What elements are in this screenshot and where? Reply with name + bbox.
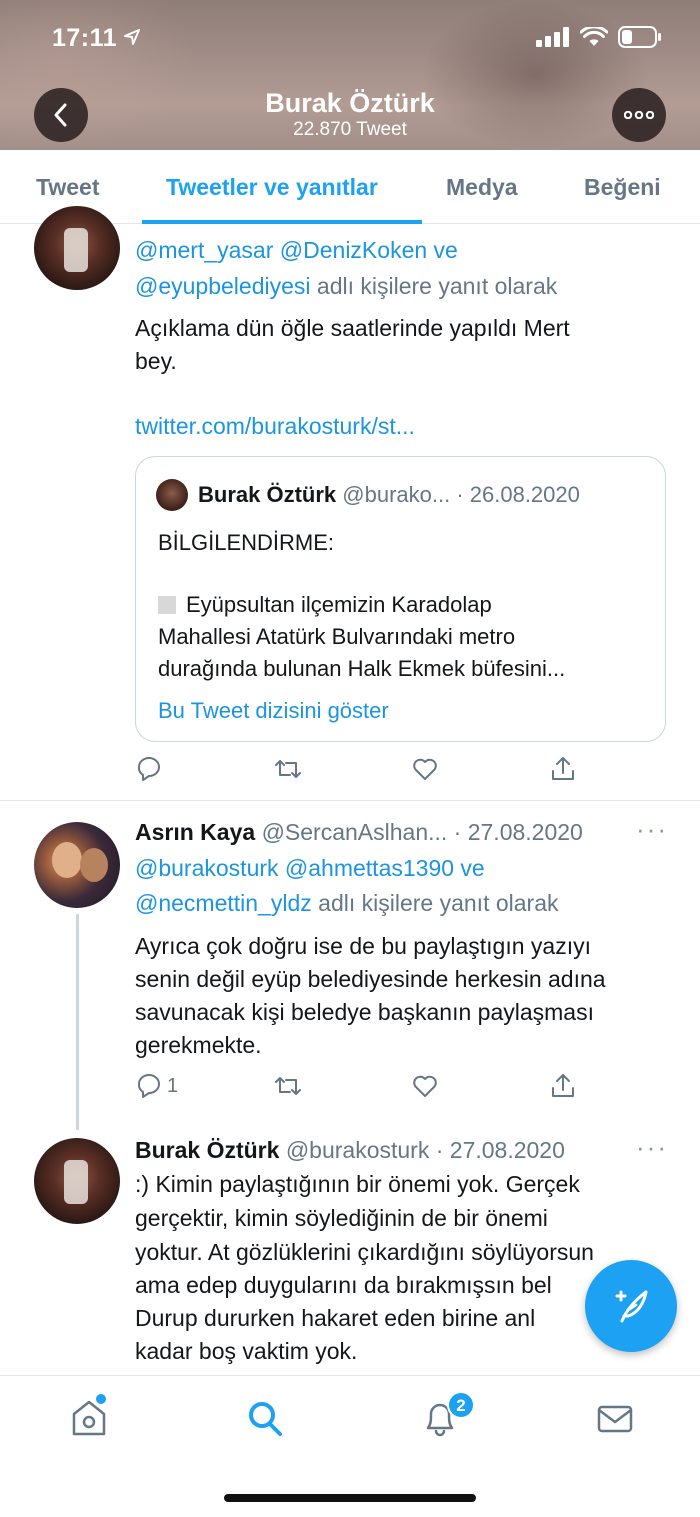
- active-tab-indicator: [142, 220, 422, 224]
- tweet-text: gerçektir, kimin söylediğinin de bir öne…: [135, 1205, 548, 1231]
- share-button[interactable]: [549, 755, 577, 783]
- tweet-text: Açıklama dün öğle saatlerinde yapıldı Me…: [135, 315, 570, 341]
- tweet-text: Ayrıca çok doğru ise de bu paylaştıgın y…: [135, 933, 591, 959]
- mention-link[interactable]: @mert_yasar: [135, 237, 273, 263]
- reply-button[interactable]: [135, 755, 163, 783]
- tab-likes[interactable]: Beğeni: [584, 174, 661, 201]
- tweet-text: Durup dururken hakaret eden birine anl: [135, 1305, 536, 1331]
- compose-feather-icon: [615, 1290, 648, 1323]
- profile-header: 17:11 Burak Öztürk 22.870 Tweet: [0, 0, 700, 150]
- thread-connector: [76, 914, 79, 1130]
- tweet-text: senin değil eyüp belediyesinde herkesin …: [135, 966, 606, 992]
- profile-tabs: Tweet Tweetler ve yanıtlar Medya Beğeni: [0, 150, 700, 224]
- show-thread-link[interactable]: Bu Tweet dizisini göster: [158, 695, 389, 727]
- tweet-text: ama edep duygularını da bırakmışsın bel: [135, 1272, 552, 1298]
- tab-tweet[interactable]: Tweet: [36, 174, 99, 201]
- cellular-signal-icon: [536, 27, 569, 47]
- retweet-button[interactable]: [273, 1072, 303, 1100]
- quoted-tweet-card[interactable]: Burak Öztürk @burako... · 26.08.2020 BİL…: [135, 456, 666, 742]
- mention-link[interactable]: @necmettin_yldz: [135, 890, 312, 916]
- tweet-divider: [0, 800, 700, 801]
- heart-icon: [413, 1075, 437, 1097]
- emoji-placeholder-icon: [158, 596, 176, 614]
- quoted-tweet-header: Burak Öztürk @burako... · 26.08.2020: [198, 479, 580, 511]
- reply-conjunction: ve: [460, 855, 485, 881]
- home-indicator: [224, 1494, 476, 1502]
- author-name[interactable]: Burak Öztürk: [135, 1137, 279, 1163]
- tweet-text: bey.: [135, 348, 177, 374]
- tweet-count: 22.870 Tweet: [293, 119, 407, 140]
- tweet-more-button[interactable]: ···: [636, 1132, 668, 1163]
- tweet-actions: [135, 755, 595, 791]
- tab-tweets-and-replies[interactable]: Tweetler ve yanıtlar: [166, 174, 378, 201]
- mention-link[interactable]: @ahmettas1390: [285, 855, 454, 881]
- home-icon[interactable]: [70, 1398, 108, 1438]
- status-time: 17:11: [52, 24, 118, 52]
- compose-tweet-button[interactable]: [585, 1260, 677, 1352]
- reply-context-suffix: adlı kişilere yanıt olarak: [318, 890, 559, 916]
- retweet-icon: [275, 1077, 301, 1095]
- tab-media[interactable]: Medya: [446, 174, 518, 201]
- author-name[interactable]: Asrın Kaya: [135, 819, 255, 845]
- mention-link[interactable]: @DenizKoken: [280, 237, 427, 263]
- mention-link[interactable]: @burakosturk: [135, 855, 279, 881]
- handle-date: @burakosturk · 27.08.2020: [285, 1137, 565, 1163]
- reply-context: @necmettin_yldz adlı kişilere yanıt olar…: [135, 887, 559, 919]
- reply-context: @mert_yasar @DenizKoken ve: [135, 234, 458, 266]
- share-icon: [552, 1074, 574, 1097]
- new-tweets-dot: [96, 1394, 106, 1404]
- tweet-text: yoktur. At gözlüklerini çıkardığını söyl…: [135, 1239, 594, 1265]
- more-options-button[interactable]: [612, 88, 666, 142]
- more-horizontal-icon: [624, 111, 654, 119]
- tweet-header: Asrın Kaya @SercanAslhan... · 27.08.2020: [135, 816, 583, 848]
- reply-context: @burakosturk @ahmettas1390 ve: [135, 852, 485, 884]
- location-arrow-icon: [124, 29, 140, 45]
- reply-context-suffix: adlı kişilere yanıt olarak: [316, 273, 558, 299]
- quoted-text: durağında bulunan Halk Ekmek büfesini...: [158, 656, 566, 681]
- retweet-button[interactable]: [273, 755, 303, 783]
- wifi-icon: [580, 27, 608, 46]
- tweet-actions: 1: [135, 1072, 595, 1108]
- reply-conjunction: ve: [433, 237, 458, 263]
- avatar[interactable]: [34, 1138, 120, 1224]
- retweet-icon: [275, 760, 301, 778]
- tweet-header: Burak Öztürk @burakosturk · 27.08.2020: [135, 1134, 565, 1166]
- tweet-text: kadar boş vaktim yok.: [135, 1338, 358, 1364]
- notifications-badge: 2: [447, 1391, 475, 1419]
- quoted-text: BİLGİLENDİRME:: [158, 530, 335, 555]
- tweet-text: gerekmekte.: [135, 1032, 262, 1058]
- status-indicators: [536, 26, 662, 48]
- share-button[interactable]: [549, 1072, 577, 1100]
- mention-link[interactable]: @eyupbelediyesi: [135, 273, 311, 299]
- quoted-handle-date: @burako... · 26.08.2020: [342, 482, 580, 507]
- quoted-text: Eyüpsultan ilçemizin Karadolap: [158, 589, 492, 621]
- reply-icon: [138, 1074, 160, 1098]
- like-button[interactable]: [411, 755, 439, 783]
- quoted-text: Mahallesi Atatürk Bulvarındaki metro: [158, 624, 516, 649]
- search-icon[interactable]: [246, 1398, 284, 1438]
- tweet-text: savunacak kişi beledye başkanın paylaşma…: [135, 999, 594, 1025]
- mail-icon[interactable]: [596, 1398, 634, 1438]
- avatar[interactable]: [34, 822, 120, 908]
- reply-button[interactable]: 1: [135, 1072, 178, 1100]
- handle-date: @SercanAslhan... · 27.08.2020: [261, 819, 583, 845]
- tweet-text: :) Kimin paylaştığının bir önemi yok. Ge…: [135, 1171, 580, 1197]
- like-button[interactable]: [411, 1072, 439, 1100]
- heart-icon: [413, 758, 437, 780]
- share-icon: [552, 757, 574, 780]
- reply-count: 1: [167, 1074, 179, 1097]
- profile-name: Burak Öztürk: [265, 88, 435, 118]
- quoted-author-name: Burak Öztürk: [198, 482, 337, 507]
- avatar: [156, 479, 188, 511]
- tweet-link[interactable]: twitter.com/burakosturk/st...: [135, 410, 415, 442]
- reply-context: @eyupbelediyesi adlı kişilere yanıt olar…: [135, 270, 557, 302]
- reply-icon: [138, 757, 160, 781]
- battery-icon: [618, 26, 661, 48]
- quoted-text-line: Eyüpsultan ilçemizin Karadolap: [186, 592, 492, 617]
- tweet-more-button[interactable]: ···: [636, 814, 668, 845]
- avatar[interactable]: [34, 206, 120, 290]
